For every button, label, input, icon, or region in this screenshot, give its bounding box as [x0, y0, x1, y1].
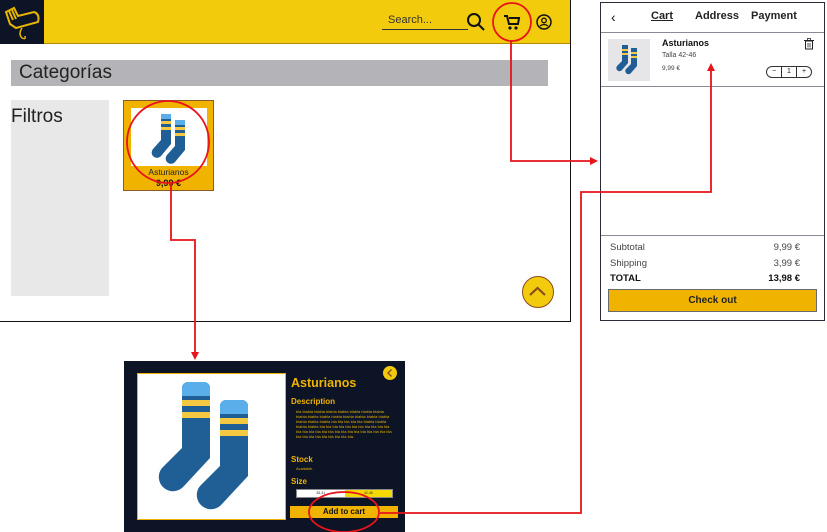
- back-button[interactable]: [383, 366, 397, 380]
- shipping-label: Shipping: [610, 258, 647, 269]
- tab-address[interactable]: Address: [695, 10, 739, 22]
- tab-cart[interactable]: Cart: [651, 10, 673, 22]
- shipping-value: 3,99 €: [773, 258, 800, 269]
- tab-payment[interactable]: Payment: [751, 10, 797, 22]
- total-label: TOTAL: [610, 273, 641, 284]
- cart-icon[interactable]: [502, 12, 522, 32]
- product-card[interactable]: Asturianos 9,99 €: [123, 100, 214, 191]
- shop-header: Search...: [0, 0, 570, 44]
- back-icon[interactable]: ‹: [611, 9, 616, 25]
- cart-item-name: Asturianos: [662, 38, 710, 48]
- size-option[interactable]: 42-46: [344, 490, 392, 497]
- cart-panel: ‹ Cart Address Payment Asturianos Talla …: [600, 2, 825, 321]
- size-selector: 38-41 42-46: [296, 489, 393, 498]
- checkout-tabs: ‹ Cart Address Payment: [601, 3, 824, 33]
- socks-icon: [151, 114, 185, 164]
- stock-value: Available.: [296, 466, 314, 471]
- product-detail-screen: Asturianos Description bla blabla blabla…: [124, 361, 405, 532]
- order-summary: Subtotal 9,99 € Shipping 3,99 € TOTAL 13…: [601, 235, 824, 320]
- cart-item-size: Talla 42-46: [662, 52, 697, 59]
- cart-item-price: 9,99 €: [662, 65, 681, 72]
- increment-button[interactable]: +: [797, 67, 811, 77]
- decrement-button[interactable]: −: [767, 67, 781, 77]
- user-icon[interactable]: [536, 14, 552, 30]
- size-option[interactable]: 38-41: [297, 490, 345, 497]
- subtotal-label: Subtotal: [610, 242, 645, 253]
- cart-item: Asturianos Talla 42-46 9,99 € − 1 +: [601, 33, 824, 87]
- add-to-cart-button[interactable]: Add to cart: [290, 506, 398, 518]
- checkout-button[interactable]: Check out: [608, 289, 817, 312]
- size-heading: Size: [291, 477, 308, 486]
- categories-bar[interactable]: Categorías: [11, 60, 548, 86]
- subtotal-row: Subtotal 9,99 €: [610, 242, 800, 253]
- stock-heading: Stock: [291, 455, 313, 464]
- shop-screen: Search... Categorías Filtros Asturianos …: [0, 0, 571, 322]
- description-heading: Description: [291, 397, 336, 406]
- total-row: TOTAL 13,98 €: [610, 273, 800, 284]
- product-detail-image: [137, 373, 286, 520]
- search-input[interactable]: Search...: [382, 10, 468, 30]
- shipping-row: Shipping 3,99 €: [610, 258, 800, 269]
- description-text: bla blabla blabla blabla blabla blabla b…: [296, 409, 392, 439]
- total-value: 13,98 €: [768, 273, 800, 284]
- chevron-up-icon: [529, 286, 546, 296]
- quantity-value[interactable]: 1: [781, 67, 797, 77]
- product-image: [131, 108, 207, 166]
- detail-title: Asturianos: [291, 376, 357, 390]
- chevron-left-icon: [387, 369, 392, 377]
- scroll-top-button[interactable]: [522, 276, 554, 308]
- trash-icon[interactable]: [804, 37, 814, 50]
- socks-icon: [616, 45, 637, 75]
- logo-icon[interactable]: [0, 0, 44, 44]
- subtotal-value: 9,99 €: [773, 242, 800, 253]
- cart-item-image: [608, 39, 650, 81]
- filters-panel[interactable]: Filtros: [11, 100, 109, 296]
- quantity-stepper: − 1 +: [766, 66, 812, 78]
- search-icon[interactable]: [466, 12, 486, 32]
- product-price: 9,99 €: [155, 178, 182, 188]
- socks-icon: [158, 382, 248, 510]
- product-name: Asturianos: [148, 167, 189, 177]
